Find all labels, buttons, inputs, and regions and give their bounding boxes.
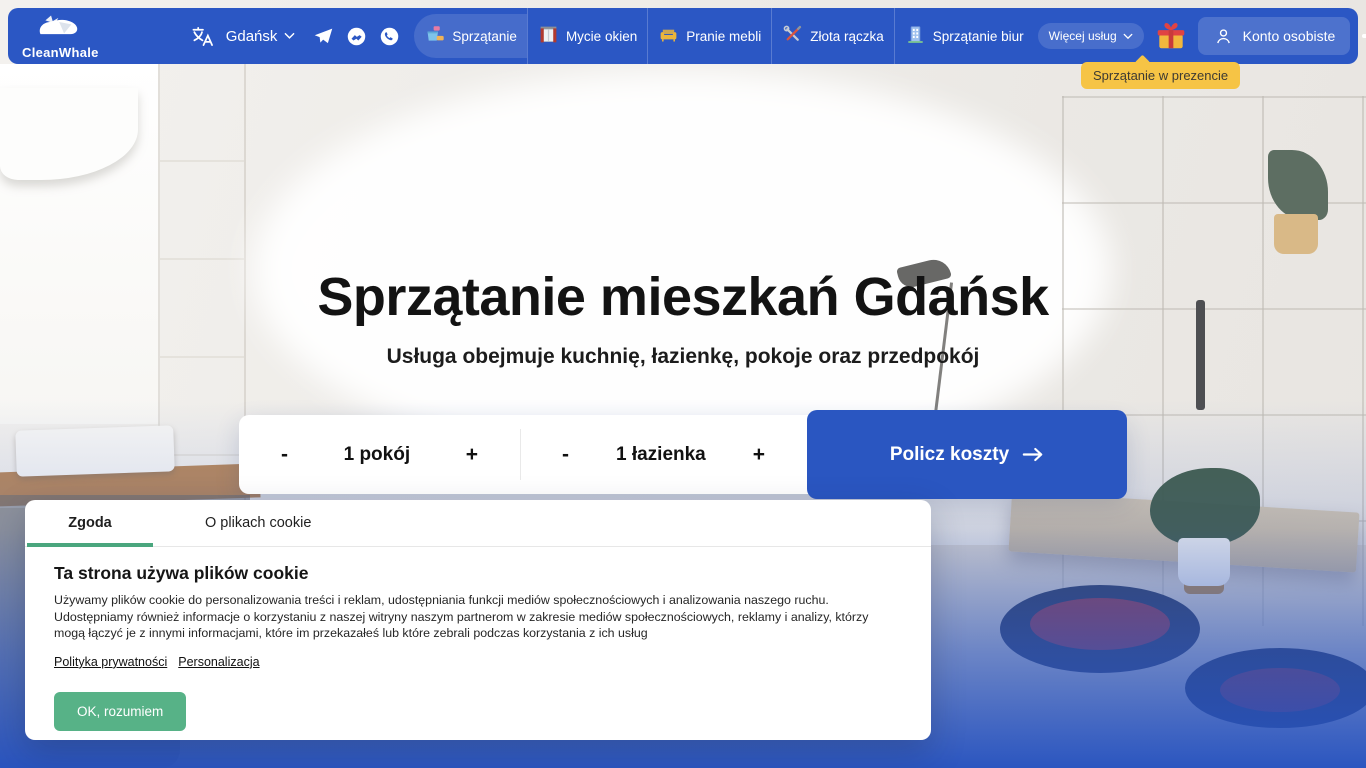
bathrooms-value: 1 łazienka [615, 443, 706, 465]
more-services-label: Więcej usług [1048, 29, 1117, 43]
cost-calculator: - 1 pokój + - 1 łazienka + Policz koszty [239, 410, 1127, 499]
tab-label: Pranie mebli [686, 28, 762, 44]
rooms-increment-button[interactable]: + [466, 444, 478, 465]
tab-zgoda[interactable]: Zgoda [25, 500, 155, 547]
rooms-decrement-button[interactable]: - [281, 444, 288, 465]
cookie-dialog-body: Ta strona używa plików cookie Używamy pl… [25, 547, 931, 731]
cookie-consent-dialog: Zgoda O plikach cookie Ta strona używa p… [25, 500, 931, 740]
translate-icon[interactable] [191, 25, 214, 48]
logo-text: CleanWhale [22, 44, 99, 60]
chevron-down-icon [1123, 33, 1133, 39]
calculate-costs-button[interactable]: Policz koszty [807, 410, 1127, 499]
page-title: Sprzątanie mieszkań Gdańsk [317, 267, 1049, 327]
page-subtitle: Usługa obejmuje kuchnię, łazienkę, pokoj… [386, 345, 980, 368]
city-selector[interactable]: Gdańsk [226, 28, 296, 45]
background-plant-pot-top [1274, 214, 1318, 254]
page: CleanWhale Gdańsk Sprzątanie Mycie okien… [0, 0, 1366, 768]
rooms-stepper: - 1 pokój + [239, 415, 520, 494]
gift-icon [1157, 22, 1184, 49]
tab-label: Sprzątanie biur [932, 28, 1024, 44]
arrow-right-icon [1022, 447, 1043, 462]
service-tabs: Sprzątanie Mycie okien Pranie mebli Złot… [414, 8, 1033, 64]
gift-tooltip: Sprzątanie w prezencie [1081, 62, 1241, 89]
office-building-icon [905, 24, 926, 48]
window-icon [538, 24, 559, 48]
menu-icon[interactable] [1362, 27, 1366, 46]
cookie-accept-button[interactable]: OK, rozumiem [54, 691, 187, 731]
calculate-costs-label: Policz koszty [889, 443, 1010, 465]
tab-label: Złota rączka [810, 28, 884, 44]
tab-pranie-mebli[interactable]: Pranie mebli [648, 14, 771, 58]
tab-label: Sprzątanie [452, 28, 517, 44]
chevron-down-icon [285, 32, 295, 39]
bathrooms-increment-button[interactable]: + [753, 444, 765, 465]
tools-icon [782, 24, 803, 48]
tab-sprzatanie-biur[interactable]: Sprzątanie biur [895, 14, 1034, 58]
telegram-icon[interactable] [313, 26, 334, 47]
social-links [313, 26, 400, 47]
cookie-heading: Ta strona używa plików cookie [54, 563, 309, 583]
tab-o-plikach-cookie[interactable]: O plikach cookie [195, 500, 321, 546]
person-icon [1216, 28, 1230, 43]
bathrooms-stepper: - 1 łazienka + [520, 415, 807, 494]
whatsapp-icon[interactable] [379, 26, 400, 47]
cleaning-bucket-icon [424, 24, 445, 48]
account-button[interactable]: Konto osobiste [1197, 17, 1351, 55]
bathrooms-decrement-button[interactable]: - [562, 444, 569, 465]
gift-button[interactable] [1154, 19, 1188, 53]
messenger-icon[interactable] [346, 26, 367, 47]
account-label: Konto osobiste [1242, 28, 1336, 44]
cleanwhale-logo[interactable]: CleanWhale [22, 13, 99, 60]
sofa-icon [658, 24, 679, 48]
language-city-group: Gdańsk [191, 25, 296, 48]
cookie-tabs: Zgoda O plikach cookie [25, 500, 931, 547]
tab-zlota-raczka[interactable]: Złota rączka [772, 14, 894, 58]
city-label: Gdańsk [225, 27, 278, 45]
cookie-links: Polityka prywatności Personalizacja [54, 655, 901, 669]
whale-icon [34, 13, 86, 44]
cookie-description: Używamy plików cookie do personalizowani… [54, 593, 869, 641]
tab-sprzatanie[interactable]: Sprzątanie [414, 14, 527, 58]
tab-label: Mycie okien [565, 28, 638, 44]
rooms-value: 1 pokój [343, 443, 411, 465]
top-navbar: CleanWhale Gdańsk Sprzątanie Mycie okien… [8, 8, 1366, 64]
personalization-link[interactable]: Personalizacja [178, 655, 259, 669]
more-services-button[interactable]: Więcej usług [1037, 23, 1144, 49]
privacy-policy-link[interactable]: Polityka prywatności [54, 655, 167, 669]
tab-mycie-okien[interactable]: Mycie okien [528, 14, 647, 58]
